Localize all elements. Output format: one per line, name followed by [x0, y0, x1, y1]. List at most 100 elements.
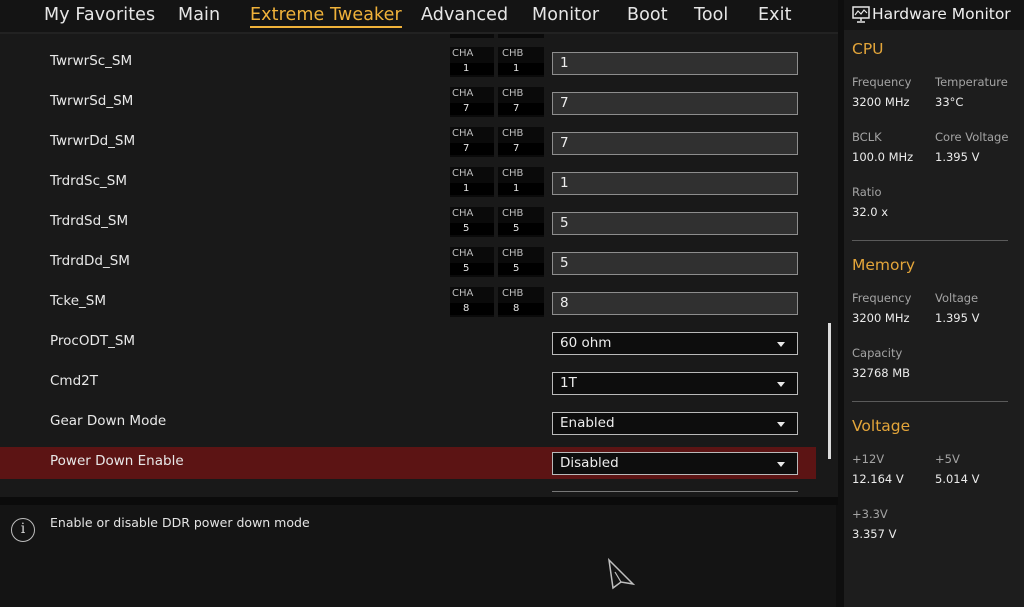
- input-value: 7: [560, 135, 569, 151]
- chevron-down-icon: [777, 342, 785, 347]
- select-value: Disabled: [560, 455, 619, 471]
- setting-value-input[interactable]: 5: [552, 212, 798, 235]
- channel-b-readout: CHB 5: [498, 207, 544, 237]
- channel-a-value: 7: [463, 103, 470, 114]
- channel-a-label: CHA: [452, 208, 474, 219]
- channel-a-value: 5: [463, 223, 470, 234]
- channel-b-readout: CHB 7: [498, 87, 544, 117]
- core-voltage-value: 1.395 V: [935, 150, 980, 164]
- setting-label: Cmd2T: [50, 373, 98, 389]
- ratio-label: Ratio: [852, 185, 882, 199]
- core-voltage-label: Core Voltage: [935, 130, 1009, 144]
- setting-label: TrdrdSc_SM: [50, 173, 127, 189]
- chevron-down-icon: [777, 462, 785, 467]
- channel-a-value: 7: [463, 143, 470, 154]
- top-menu-bar: My Favorites Main Extreme Tweaker Advanc…: [0, 0, 838, 32]
- channel-b-label: CHB: [502, 208, 524, 219]
- menu-tab-monitor[interactable]: Monitor: [532, 5, 599, 25]
- channel-a-readout: CHA 7: [450, 87, 494, 117]
- setting-value-input[interactable]: 1: [552, 172, 798, 195]
- setting-row-procodt[interactable]: ProcODT_SM 60 ohm: [0, 322, 816, 362]
- setting-row-gear-down-mode[interactable]: Gear Down Mode Enabled: [0, 402, 816, 442]
- voltage-heading: Voltage: [852, 417, 911, 435]
- setting-select[interactable]: Disabled: [552, 452, 798, 475]
- v5-value: 5.014 V: [935, 472, 980, 486]
- setting-label: TrdrdSd_SM: [50, 213, 129, 229]
- setting-row-twrwrsc[interactable]: TwrwrSc_SM CHA 1 CHB 1 1: [0, 42, 816, 82]
- setting-row-tcke[interactable]: Tcke_SM CHA 8 CHB 8 8: [0, 282, 816, 322]
- setting-label: TwrwrSc_SM: [50, 53, 133, 69]
- hardware-monitor-header: Hardware Monitor: [844, 0, 1024, 30]
- select-value: Enabled: [560, 415, 615, 431]
- channel-b-label: CHB: [502, 168, 524, 179]
- setting-label: Power Down Enable: [50, 453, 184, 469]
- channel-b-readout: CHB 5: [498, 247, 544, 277]
- channel-b-value: 5: [513, 223, 520, 234]
- menu-tab-tool[interactable]: Tool: [694, 5, 728, 25]
- setting-select[interactable]: 1T: [552, 372, 798, 395]
- v12-value: 12.164 V: [852, 472, 904, 486]
- help-panel: i Enable or disable DDR power down mode: [0, 505, 836, 607]
- setting-label: TrdrdDd_SM: [50, 253, 130, 269]
- channel-a-readout: CHA 1: [450, 167, 494, 197]
- chb-stub: [498, 34, 544, 38]
- setting-label: TwrwrSd_SM: [50, 93, 134, 109]
- memory-voltage-label: Voltage: [935, 291, 979, 305]
- setting-row-twrwrdd[interactable]: TwrwrDd_SM CHA 7 CHB 7 7: [0, 122, 816, 162]
- menu-tab-my-favorites[interactable]: My Favorites: [44, 5, 155, 25]
- bclk-label: BCLK: [852, 130, 882, 144]
- setting-row-trdrdsc[interactable]: TrdrdSc_SM CHA 1 CHB 1 1: [0, 162, 816, 202]
- help-description: Enable or disable DDR power down mode: [50, 515, 310, 530]
- input-value: 1: [560, 175, 569, 191]
- help-divider: [0, 497, 838, 505]
- info-icon: i: [11, 518, 35, 542]
- channel-a-readout: CHA 8: [450, 287, 494, 317]
- capacity-value: 32768 MB: [852, 366, 911, 380]
- cha-stub: [450, 34, 494, 38]
- channel-a-readout: CHA 5: [450, 207, 494, 237]
- menu-tab-boot[interactable]: Boot: [627, 5, 668, 25]
- channel-b-readout: CHB 8: [498, 287, 544, 317]
- chevron-down-icon: [777, 422, 785, 427]
- bclk-value: 100.0 MHz: [852, 150, 914, 164]
- setting-value-input[interactable]: 7: [552, 92, 798, 115]
- channel-b-label: CHB: [502, 48, 524, 59]
- setting-select[interactable]: 60 ohm: [552, 332, 798, 355]
- memory-divider: [852, 401, 1008, 402]
- setting-row-trdrddd[interactable]: TrdrdDd_SM CHA 5 CHB 5 5: [0, 242, 816, 282]
- setting-row-cmd2t[interactable]: Cmd2T 1T: [0, 362, 816, 402]
- select-value: 60 ohm: [560, 335, 612, 351]
- channel-b-value: 5: [513, 263, 520, 274]
- menu-tab-exit[interactable]: Exit: [758, 5, 792, 25]
- monitor-icon: [852, 6, 870, 23]
- channel-a-label: CHA: [452, 168, 474, 179]
- setting-value-input[interactable]: 8: [552, 292, 798, 315]
- v12-label: +12V: [852, 452, 885, 466]
- setting-value-input[interactable]: 5: [552, 252, 798, 275]
- setting-value-input[interactable]: 1: [552, 52, 798, 75]
- setting-row-power-down-enable[interactable]: Power Down Enable Disabled: [0, 447, 816, 479]
- channel-b-readout: CHB 1: [498, 47, 544, 77]
- hardware-monitor-panel: Hardware Monitor CPU Frequency Temperatu…: [844, 0, 1024, 607]
- menu-tab-extreme-tweaker[interactable]: Extreme Tweaker: [250, 5, 402, 28]
- channel-b-label: CHB: [502, 288, 524, 299]
- scrollbar-thumb[interactable]: [828, 323, 831, 459]
- menu-tab-main[interactable]: Main: [178, 5, 220, 25]
- channel-a-value: 1: [463, 63, 470, 74]
- setting-row-trdrdsd[interactable]: TrdrdSd_SM CHA 5 CHB 5 5: [0, 202, 816, 242]
- hardware-monitor-title: Hardware Monitor: [872, 5, 1011, 23]
- setting-label: TwrwrDd_SM: [50, 133, 136, 149]
- menu-tab-advanced[interactable]: Advanced: [421, 5, 508, 25]
- channel-b-value: 1: [513, 63, 520, 74]
- setting-value-input[interactable]: 7: [552, 132, 798, 155]
- channel-a-label: CHA: [452, 288, 474, 299]
- cpu-frequency-value: 3200 MHz: [852, 95, 910, 109]
- input-value: 5: [560, 215, 569, 231]
- channel-a-label: CHA: [452, 88, 474, 99]
- channel-a-value: 1: [463, 183, 470, 194]
- chevron-down-icon: [777, 382, 785, 387]
- setting-select[interactable]: Enabled: [552, 412, 798, 435]
- setting-row-twrwrsd[interactable]: TwrwrSd_SM CHA 7 CHB 7 7: [0, 82, 816, 122]
- channel-a-value: 8: [463, 303, 470, 314]
- channel-b-label: CHB: [502, 88, 524, 99]
